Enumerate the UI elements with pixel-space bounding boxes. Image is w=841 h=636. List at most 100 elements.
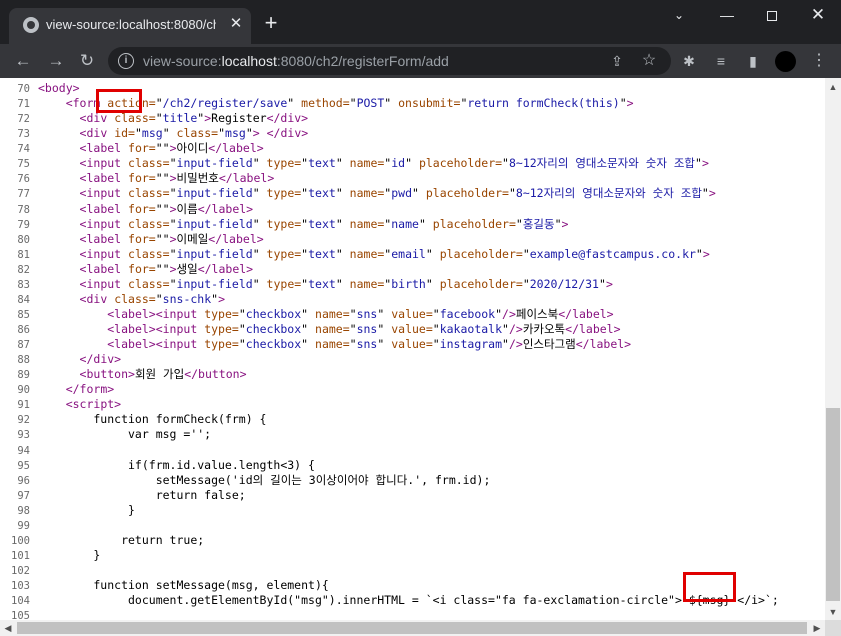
line-number: 86 <box>17 324 30 336</box>
tab-search-chevron-icon[interactable]: ⌄ <box>656 0 702 32</box>
source-line: 102 <box>0 563 30 578</box>
line-number: 90 <box>17 384 30 397</box>
source-line: 100 return true; <box>0 533 204 548</box>
line-number: 73 <box>17 128 30 141</box>
source-line: 85 <label><input type="checkbox" name="s… <box>0 307 613 322</box>
line-number: 74 <box>17 143 30 156</box>
source-line: 91 <script> <box>0 397 121 412</box>
line-content: document.getElementById("msg").innerHTML… <box>38 593 779 608</box>
source-line: 104 document.getElementById("msg").inner… <box>0 593 779 608</box>
source-line: 80 <label for="">이메일</label> <box>0 232 263 247</box>
line-content: return true; <box>38 532 205 547</box>
reload-icon[interactable]: ↻ <box>74 48 100 74</box>
line-content: <div id="msg" class="msg"> </div> <box>79 126 309 141</box>
line-content: <input class="input-field" type="text" n… <box>79 246 710 261</box>
source-line: 99 <box>0 518 30 533</box>
line-content: <label for="">비밀번호</label> <box>79 171 275 186</box>
line-number: 96 <box>17 474 30 487</box>
scroll-left-arrow-icon[interactable]: ◀ <box>0 621 16 635</box>
source-line: 82 <label for="">생일</label> <box>0 262 253 277</box>
horizontal-scroll-thumb[interactable] <box>17 622 807 634</box>
line-number: 82 <box>17 263 30 276</box>
line-number: 97 <box>17 489 30 502</box>
line-content: <div class="sns-chk"> <box>79 291 226 306</box>
tab-title: view-source:localhost:8080/ch2/ <box>46 17 216 32</box>
line-content: var msg =''; <box>38 427 212 442</box>
source-line: 93 var msg =''; <box>0 427 211 442</box>
extensions-puzzle-icon[interactable]: ✱ <box>678 50 700 72</box>
line-number: 92 <box>17 414 30 427</box>
line-number: 100 <box>11 534 30 547</box>
side-panel-icon[interactable]: ▮ <box>742 50 764 72</box>
highlight-box-action-path <box>96 89 142 113</box>
line-number: 83 <box>17 278 30 291</box>
close-tab-icon[interactable]: ✕ <box>227 15 245 33</box>
highlight-box-msg-template <box>683 572 736 602</box>
share-icon[interactable]: ⇪ <box>607 51 627 71</box>
line-number: 78 <box>17 203 30 216</box>
profile-avatar[interactable] <box>775 51 796 72</box>
maximize-button[interactable] <box>749 0 795 32</box>
line-content: if(frm.id.value.length<3) { <box>38 457 315 472</box>
source-line: 71 <form action="/ch2/register/save" met… <box>0 96 633 111</box>
url-scheme: view-source: <box>143 53 222 69</box>
line-content: <script> <box>65 397 122 412</box>
line-number: 80 <box>17 233 30 246</box>
line-content: } <box>38 547 101 562</box>
line-content: <label for="">이메일</label> <box>79 231 264 246</box>
source-line: 70 <body> <box>0 81 79 96</box>
source-line: 94 <box>0 443 30 458</box>
kebab-menu-icon[interactable]: ⋮ <box>808 50 830 72</box>
line-content: <button>회원 가입</button> <box>79 367 247 382</box>
line-content: <div class="title">Register</div> <box>79 111 309 126</box>
globe-icon <box>23 17 39 33</box>
line-number: 75 <box>17 158 30 171</box>
vertical-scroll-thumb[interactable] <box>826 408 840 601</box>
line-number: 89 <box>17 369 30 382</box>
close-window-button[interactable]: ✕ <box>795 0 841 32</box>
line-content: setMessage('id의 길이는 3이상이어야 합니다.', frm.id… <box>38 472 491 487</box>
line-number: 94 <box>17 444 30 457</box>
bookmark-star-icon[interactable]: ☆ <box>639 51 659 71</box>
browser-tab[interactable]: view-source:localhost:8080/ch2/ ✕ <box>9 8 251 44</box>
media-control-icon[interactable]: ≡ <box>710 50 732 72</box>
line-content: return false; <box>38 487 246 502</box>
source-line: 92 function formCheck(frm) { <box>0 412 266 427</box>
scroll-down-arrow-icon[interactable]: ▼ <box>825 605 841 619</box>
scrollbar-corner <box>825 620 841 636</box>
minimize-button[interactable]: — <box>704 0 750 32</box>
source-line: 97 return false; <box>0 488 245 503</box>
line-content: } <box>38 502 135 517</box>
scroll-right-arrow-icon[interactable]: ▶ <box>809 621 825 635</box>
line-content: </div> <box>79 352 122 367</box>
scroll-up-arrow-icon[interactable]: ▲ <box>825 80 841 94</box>
source-line: 88 </div> <box>0 352 121 367</box>
browser-titlebar: view-source:localhost:8080/ch2/ ✕ + ⌄ — … <box>0 0 841 44</box>
source-line: 96 setMessage('id의 길이는 3이상이어야 합니다.', frm… <box>0 473 490 488</box>
info-icon[interactable]: i <box>118 53 134 69</box>
new-tab-button[interactable]: + <box>259 12 283 36</box>
line-content: <input class="input-field" type="text" n… <box>79 156 709 171</box>
line-number: 102 <box>11 565 30 577</box>
forward-arrow-icon[interactable]: → <box>43 48 69 74</box>
source-line: 83 <input class="input-field" type="text… <box>0 277 613 292</box>
line-number: 95 <box>17 459 30 472</box>
address-bar[interactable]: i view-source:localhost:8080/ch2/registe… <box>108 47 671 75</box>
source-line: 105 <box>0 608 30 620</box>
line-content: <label><input type="checkbox" name="sns"… <box>107 337 632 352</box>
line-number: 98 <box>17 504 30 517</box>
source-line: 90 </form> <box>0 382 114 397</box>
source-line: 79 <input class="input-field" type="text… <box>0 217 568 232</box>
source-line: 81 <input class="input-field" type="text… <box>0 247 709 262</box>
line-content: <label><input type="checkbox" name="sns"… <box>107 306 614 321</box>
source-line: 76 <label for="">비밀번호</label> <box>0 171 274 186</box>
line-content: <label><input type="checkbox" name="sns"… <box>107 322 621 336</box>
line-content: <input class="input-field" type="text" n… <box>79 216 569 231</box>
line-number: 105 <box>11 610 30 620</box>
url-text: view-source:localhost:8080/ch2/registerF… <box>143 53 449 69</box>
line-number: 104 <box>11 595 30 608</box>
source-line: 86 <label><input type="checkbox" name="s… <box>0 322 620 337</box>
line-content: <input class="input-field" type="text" n… <box>79 186 716 201</box>
source-line: 98 } <box>0 503 135 518</box>
back-arrow-icon[interactable]: ← <box>10 48 36 74</box>
